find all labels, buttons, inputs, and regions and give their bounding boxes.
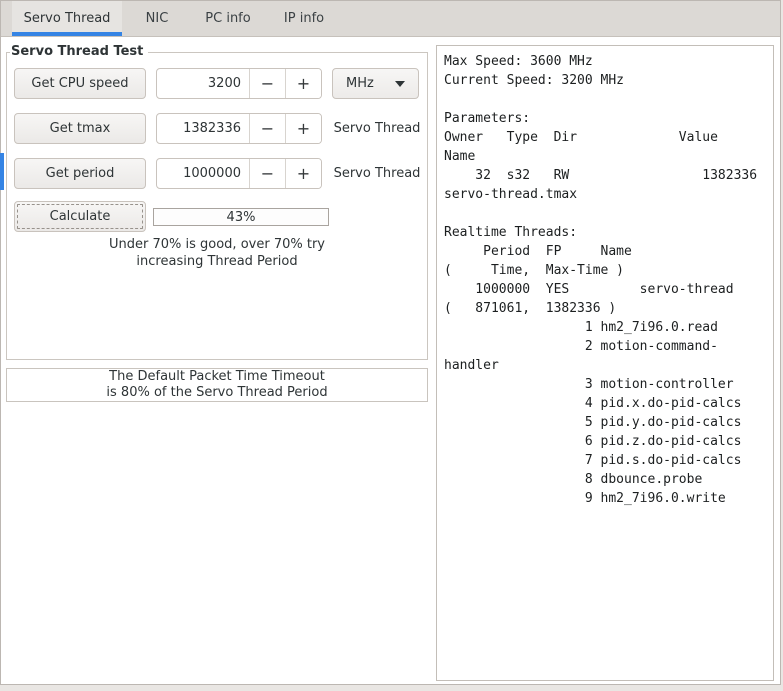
chevron-down-icon (395, 80, 405, 87)
tab-ip-info-label: IP info (283, 11, 325, 26)
load-hint-line1: Under 70% is good, over 70% try (109, 237, 325, 252)
get-cpu-speed-button[interactable]: Get CPU speed (14, 68, 146, 99)
get-tmax-button[interactable]: Get tmax (14, 113, 146, 144)
tab-pc-info[interactable]: PC info (192, 1, 264, 36)
tab-nic-label: NIC (145, 11, 169, 26)
packet-timeout-note: The Default Packet Time Timeout is 80% o… (6, 368, 428, 402)
tab-servo-thread-label: Servo Thread (23, 11, 111, 26)
frame-title: Servo Thread Test (10, 44, 149, 60)
period-increment-button[interactable]: + (285, 159, 321, 188)
servo-thread-test-frame: Get CPU speed − + MHz Get tmax − + Servo… (6, 52, 428, 360)
tmax-input[interactable] (157, 114, 249, 143)
cpu-speed-increment-button[interactable]: + (285, 69, 321, 98)
tab-bar: Servo Thread NIC PC info IP info (1, 1, 780, 37)
tmax-spinbox: − + (156, 113, 322, 144)
period-decrement-button[interactable]: − (249, 159, 285, 188)
left-scrollbar-indicator[interactable] (0, 153, 4, 190)
cpu-speed-input[interactable] (157, 69, 249, 98)
diagnostics-output-panel: Max Speed: 3600 MHz Current Speed: 3200 … (436, 45, 774, 681)
tmax-decrement-button[interactable]: − (249, 114, 285, 143)
tmax-thread-label: Servo Thread (333, 121, 421, 136)
packet-timeout-line2: is 80% of the Servo Thread Period (106, 385, 328, 400)
tab-ip-info[interactable]: IP info (272, 1, 336, 36)
diagnostics-output-text: Max Speed: 3600 MHz Current Speed: 3200 … (444, 54, 758, 506)
tab-servo-thread[interactable]: Servo Thread (12, 1, 122, 36)
cpu-speed-spinbox: − + (156, 68, 322, 99)
load-percentage-display: 43% (153, 208, 329, 226)
load-hint-text: Under 70% is good, over 70% try increasi… (7, 237, 427, 270)
period-input[interactable] (157, 159, 249, 188)
unit-dropdown[interactable]: MHz (332, 68, 419, 99)
tab-pc-info-label: PC info (205, 11, 251, 26)
period-spinbox: − + (156, 158, 322, 189)
cpu-speed-decrement-button[interactable]: − (249, 69, 285, 98)
calculate-button[interactable]: Calculate (14, 201, 146, 232)
unit-dropdown-value: MHz (346, 76, 374, 91)
get-period-button[interactable]: Get period (14, 158, 146, 189)
packet-timeout-line1: The Default Packet Time Timeout (109, 369, 325, 384)
period-thread-label: Servo Thread (333, 166, 421, 181)
load-hint-line2: increasing Thread Period (136, 253, 298, 269)
tab-nic[interactable]: NIC (130, 1, 184, 36)
tmax-increment-button[interactable]: + (285, 114, 321, 143)
